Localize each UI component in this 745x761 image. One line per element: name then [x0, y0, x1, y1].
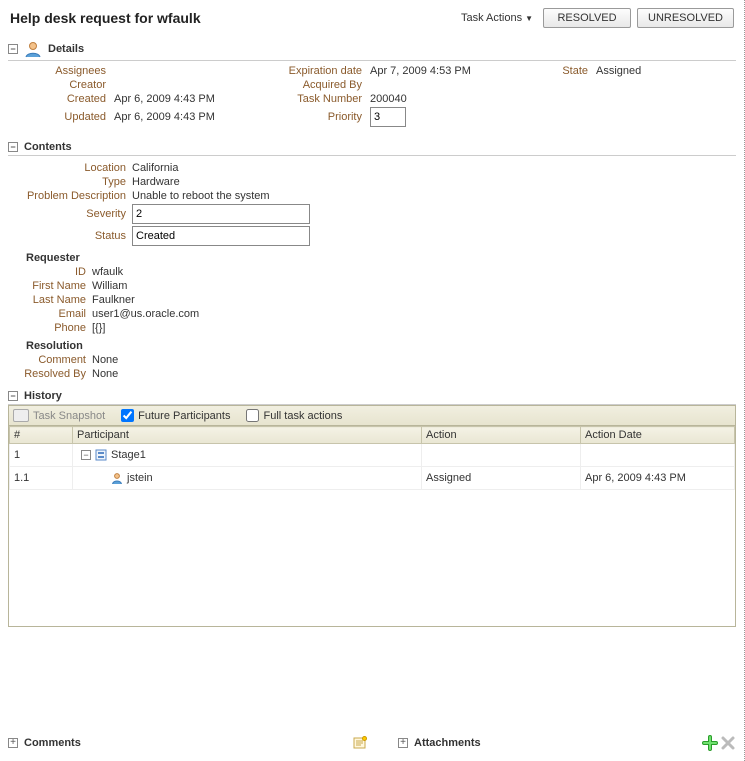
- task-snapshot-label: Task Snapshot: [33, 410, 105, 422]
- status-input[interactable]: [132, 226, 310, 246]
- collapse-icon[interactable]: −: [8, 391, 18, 401]
- header-bar: Help desk request for wfaulk Task Action…: [8, 6, 736, 34]
- collapse-icon[interactable]: −: [8, 142, 18, 152]
- task-snapshot-button[interactable]: Task Snapshot: [13, 409, 105, 422]
- type-value: Hardware: [132, 176, 180, 188]
- attachments-heading: Attachments: [414, 737, 481, 749]
- expiration-date-label: Expiration date: [262, 65, 362, 77]
- priority-label: Priority: [262, 111, 362, 123]
- collapse-icon[interactable]: −: [8, 44, 18, 54]
- resolution-heading: Resolution: [26, 340, 736, 352]
- resolved-by-value: None: [92, 368, 118, 380]
- contents-section-header: − Contents: [8, 141, 736, 156]
- add-comment-icon[interactable]: [352, 735, 368, 751]
- history-toolbar: Task Snapshot Future Participants Full t…: [8, 405, 736, 426]
- status-label: Status: [8, 230, 132, 242]
- acquired-by-label: Acquired By: [262, 79, 362, 91]
- row-num: 1: [10, 444, 73, 467]
- details-grid: Assignees Expiration date Apr 7, 2009 4:…: [8, 61, 736, 127]
- task-number-value: 200040: [370, 93, 530, 105]
- col-participant-header[interactable]: Participant: [73, 427, 422, 444]
- user-icon: [24, 40, 42, 58]
- task-actions-label: Task Actions: [461, 12, 522, 24]
- comment-label: Comment: [8, 354, 92, 366]
- row-action: [422, 444, 581, 467]
- first-name-value: William: [92, 280, 127, 292]
- contents-heading: Contents: [24, 141, 72, 153]
- last-name-value: Faulkner: [92, 294, 135, 306]
- history-table-container: # Participant Action Action Date 1 −: [8, 426, 736, 627]
- creator-label: Creator: [26, 79, 106, 91]
- future-participants-input[interactable]: [121, 409, 134, 422]
- col-action-date-header[interactable]: Action Date: [581, 427, 735, 444]
- updated-value: Apr 6, 2009 4:43 PM: [114, 111, 254, 123]
- table-row: 1 − Stage1: [10, 444, 735, 467]
- row-action-date: Apr 6, 2009 4:43 PM: [581, 467, 735, 490]
- expand-icon[interactable]: +: [8, 738, 18, 748]
- problem-description-value: Unable to reboot the system: [132, 190, 270, 202]
- chevron-down-icon: ▼: [525, 14, 533, 23]
- footer-sections: + Comments + Attachments: [8, 735, 736, 751]
- table-row: 1.1 jstein Assigned Apr 6, 2009 4:43 PM: [10, 467, 735, 490]
- full-task-actions-label: Full task actions: [263, 410, 342, 422]
- details-section-header: − Details: [8, 40, 736, 61]
- state-label: State: [538, 65, 588, 77]
- phone-value: [{}]: [92, 322, 105, 334]
- expand-icon[interactable]: +: [398, 738, 408, 748]
- expiration-date-value: Apr 7, 2009 4:53 PM: [370, 65, 530, 77]
- row-participant: jstein: [127, 472, 153, 484]
- details-heading: Details: [48, 43, 84, 55]
- collapse-icon[interactable]: −: [81, 450, 91, 460]
- email-label: Email: [8, 308, 92, 320]
- row-participant: Stage1: [111, 449, 146, 461]
- history-section-header: − History: [8, 390, 736, 405]
- history-table: # Participant Action Action Date 1 −: [9, 426, 735, 490]
- add-attachment-icon[interactable]: [702, 735, 718, 751]
- assignees-label: Assignees: [26, 65, 106, 77]
- row-action-date: [581, 444, 735, 467]
- resolved-button[interactable]: RESOLVED: [543, 8, 631, 28]
- user-icon: [111, 472, 123, 484]
- severity-input[interactable]: [132, 204, 310, 224]
- created-label: Created: [26, 93, 106, 105]
- priority-input[interactable]: [370, 107, 406, 127]
- task-actions-menu[interactable]: Task Actions ▼: [461, 12, 533, 24]
- stage-icon: [95, 449, 107, 461]
- delete-attachment-icon[interactable]: [720, 735, 736, 751]
- history-heading: History: [24, 390, 62, 402]
- id-label: ID: [8, 266, 92, 278]
- id-value: wfaulk: [92, 266, 123, 278]
- future-participants-checkbox[interactable]: Future Participants: [121, 409, 230, 422]
- state-value: Assigned: [596, 65, 716, 77]
- camera-icon: [13, 409, 29, 422]
- created-value: Apr 6, 2009 4:43 PM: [114, 93, 254, 105]
- type-label: Type: [8, 176, 132, 188]
- full-task-actions-checkbox[interactable]: Full task actions: [246, 409, 342, 422]
- updated-label: Updated: [26, 111, 106, 123]
- contents-block: LocationCalifornia TypeHardware Problem …: [8, 156, 736, 380]
- problem-description-label: Problem Description: [8, 190, 132, 202]
- last-name-label: Last Name: [8, 294, 92, 306]
- full-task-actions-input[interactable]: [246, 409, 259, 422]
- email-value: user1@us.oracle.com: [92, 308, 199, 320]
- unresolved-button[interactable]: UNRESOLVED: [637, 8, 734, 28]
- row-action: Assigned: [422, 467, 581, 490]
- col-action-header[interactable]: Action: [422, 427, 581, 444]
- phone-label: Phone: [8, 322, 92, 334]
- location-label: Location: [8, 162, 132, 174]
- resolved-by-label: Resolved By: [8, 368, 92, 380]
- location-value: California: [132, 162, 178, 174]
- requester-heading: Requester: [26, 252, 736, 264]
- row-num: 1.1: [10, 467, 73, 490]
- comment-value: None: [92, 354, 118, 366]
- first-name-label: First Name: [8, 280, 92, 292]
- task-number-label: Task Number: [262, 93, 362, 105]
- comments-heading: Comments: [24, 737, 81, 749]
- col-num-header[interactable]: #: [10, 427, 73, 444]
- page-title: Help desk request for wfaulk: [10, 10, 201, 26]
- future-participants-label: Future Participants: [138, 410, 230, 422]
- severity-label: Severity: [8, 208, 132, 220]
